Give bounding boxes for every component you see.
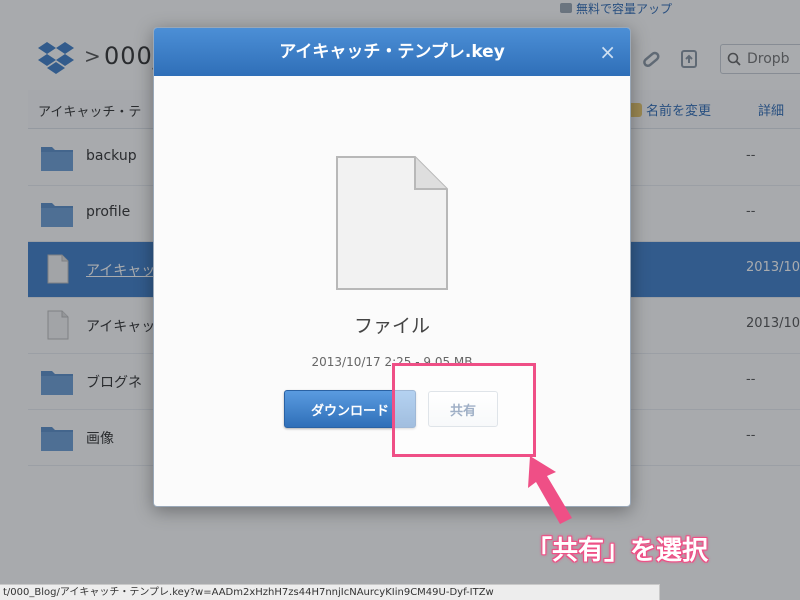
file-kind-label: ファイル — [353, 315, 430, 337]
annotation-caption: 「共有」を選択 — [526, 536, 709, 566]
close-icon[interactable]: × — [599, 28, 616, 76]
dialog-header: アイキャッチ・テンプレ.key × — [154, 28, 630, 76]
annotation-arrow-icon — [528, 456, 572, 524]
document-preview-icon — [336, 156, 448, 290]
annotation-highlight-box — [392, 363, 536, 457]
dropbox-app: 無料で容量アップ > 000_ アイキャッチ・テ — [0, 0, 800, 600]
dialog-title: アイキャッチ・テンプレ.key — [279, 42, 505, 62]
status-bar-url: t/000_Blog/アイキャッチ・テンプレ.key?w=AADm2xHzhH7… — [0, 584, 660, 600]
